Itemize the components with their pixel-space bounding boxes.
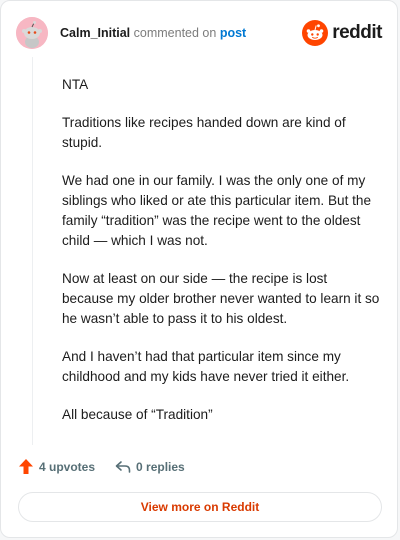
replies-count: 0 replies [136, 459, 185, 474]
username-link[interactable]: Calm_Initial [60, 26, 130, 40]
comment-meta: Calm_Initial commented on post [60, 25, 246, 41]
post-link[interactable]: post [220, 26, 246, 40]
reddit-logo[interactable]: reddit [302, 20, 382, 46]
reply-arrow-icon [115, 460, 131, 473]
snoo-avatar-graphic [16, 17, 48, 49]
reddit-logo-text: reddit [332, 22, 382, 43]
view-more-on-reddit-button[interactable]: View more on Reddit [18, 492, 382, 522]
comment-paragraph: We had one in our family. I was the only… [62, 173, 372, 248]
comment-header: Calm_Initial commented on post reddit [16, 16, 382, 50]
snoo-avatar-icon[interactable] [16, 17, 48, 49]
commented-on-text: commented on [133, 26, 217, 40]
comment-paragraph: And I haven’t had that particular item s… [62, 349, 350, 384]
thread-line [32, 57, 33, 445]
upvote-arrow-icon [19, 459, 33, 474]
upvotes-count: 4 upvotes [39, 459, 96, 474]
comment-body: NTA Traditions like recipes handed down … [62, 75, 382, 443]
comment-paragraph: NTA [62, 77, 89, 92]
reddit-comment-embed: Calm_Initial commented on post reddit NT… [0, 0, 398, 538]
comment-paragraph: Now at least on our side — the recipe is… [62, 271, 380, 326]
reply-button[interactable]: 0 replies [115, 460, 185, 474]
reddit-alien-icon [302, 20, 329, 46]
comment-actions: 4 upvotes 0 replies [18, 458, 185, 475]
comment-paragraph: All because of “Tradition” [62, 407, 213, 422]
upvote-button[interactable]: 4 upvotes [18, 458, 95, 475]
comment-paragraph: Traditions like recipes handed down are … [62, 115, 346, 150]
